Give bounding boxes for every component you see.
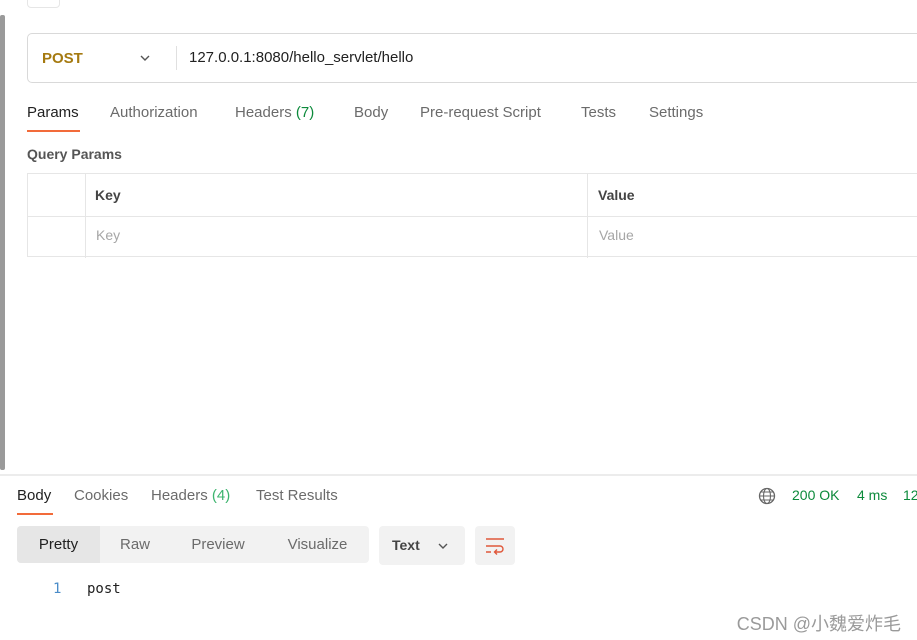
method-select[interactable]: POST bbox=[42, 50, 83, 67]
status-code[interactable]: 200 OK bbox=[792, 487, 839, 503]
active-tab-indicator bbox=[27, 130, 80, 132]
headers-count: (4) bbox=[211, 487, 231, 504]
column-header-key: Key bbox=[95, 187, 121, 203]
view-mode-selector: Pretty Raw Preview Visualize bbox=[17, 526, 369, 563]
chevron-down-icon bbox=[438, 543, 448, 549]
view-preview-button[interactable]: Preview bbox=[170, 526, 266, 563]
key-input[interactable]: Key bbox=[96, 227, 120, 243]
response-tab-body[interactable]: Body bbox=[17, 487, 51, 504]
url-input[interactable]: 127.0.0.1:8080/hello_servlet/hello bbox=[189, 49, 413, 66]
divider bbox=[176, 46, 177, 70]
pane-resize-handle[interactable] bbox=[0, 474, 917, 476]
response-size[interactable]: 12 bbox=[903, 487, 917, 503]
wrap-lines-button[interactable] bbox=[475, 526, 515, 565]
tab-pre-request-script[interactable]: Pre-request Script bbox=[420, 104, 541, 121]
globe-icon[interactable] bbox=[758, 487, 776, 505]
query-params-title: Query Params bbox=[27, 146, 122, 162]
line-number: 1 bbox=[53, 581, 62, 597]
view-visualize-button[interactable]: Visualize bbox=[266, 526, 369, 563]
response-body-text: post bbox=[87, 581, 121, 597]
tab-authorization[interactable]: Authorization bbox=[110, 104, 198, 121]
tab-headers[interactable]: Headers (7) bbox=[235, 104, 314, 121]
value-input[interactable]: Value bbox=[599, 227, 634, 243]
url-bar: POST 127.0.0.1:8080/hello_servlet/hello bbox=[27, 33, 917, 83]
chevron-down-icon[interactable] bbox=[138, 51, 152, 65]
tab-label: Headers bbox=[151, 487, 208, 504]
headers-count: (7) bbox=[295, 104, 315, 121]
response-tab-cookies[interactable]: Cookies bbox=[74, 487, 128, 504]
response-tab-headers[interactable]: Headers (4) bbox=[151, 487, 230, 504]
query-params-table: Key Value Key Value bbox=[27, 173, 917, 258]
scrollbar[interactable] bbox=[0, 15, 5, 470]
response-time[interactable]: 4 ms bbox=[857, 487, 887, 503]
active-tab-indicator bbox=[17, 513, 53, 515]
back-button[interactable] bbox=[27, 0, 60, 8]
format-select[interactable]: Text bbox=[379, 526, 465, 565]
tab-tests[interactable]: Tests bbox=[581, 104, 616, 121]
table-row: Key Value bbox=[28, 216, 917, 258]
view-raw-button[interactable]: Raw bbox=[100, 526, 170, 563]
watermark: CSDN @小魏爱炸毛 bbox=[736, 614, 901, 634]
response-tab-test-results[interactable]: Test Results bbox=[256, 487, 338, 504]
tab-body[interactable]: Body bbox=[354, 104, 388, 121]
tab-label: Headers bbox=[235, 104, 292, 121]
table-header-row: Key Value bbox=[28, 174, 917, 216]
format-label: Text bbox=[392, 537, 420, 553]
tab-params[interactable]: Params bbox=[27, 104, 79, 121]
wrap-icon bbox=[486, 538, 504, 555]
tab-settings[interactable]: Settings bbox=[649, 104, 703, 121]
column-header-value: Value bbox=[598, 187, 635, 203]
view-pretty-button[interactable]: Pretty bbox=[17, 526, 100, 563]
